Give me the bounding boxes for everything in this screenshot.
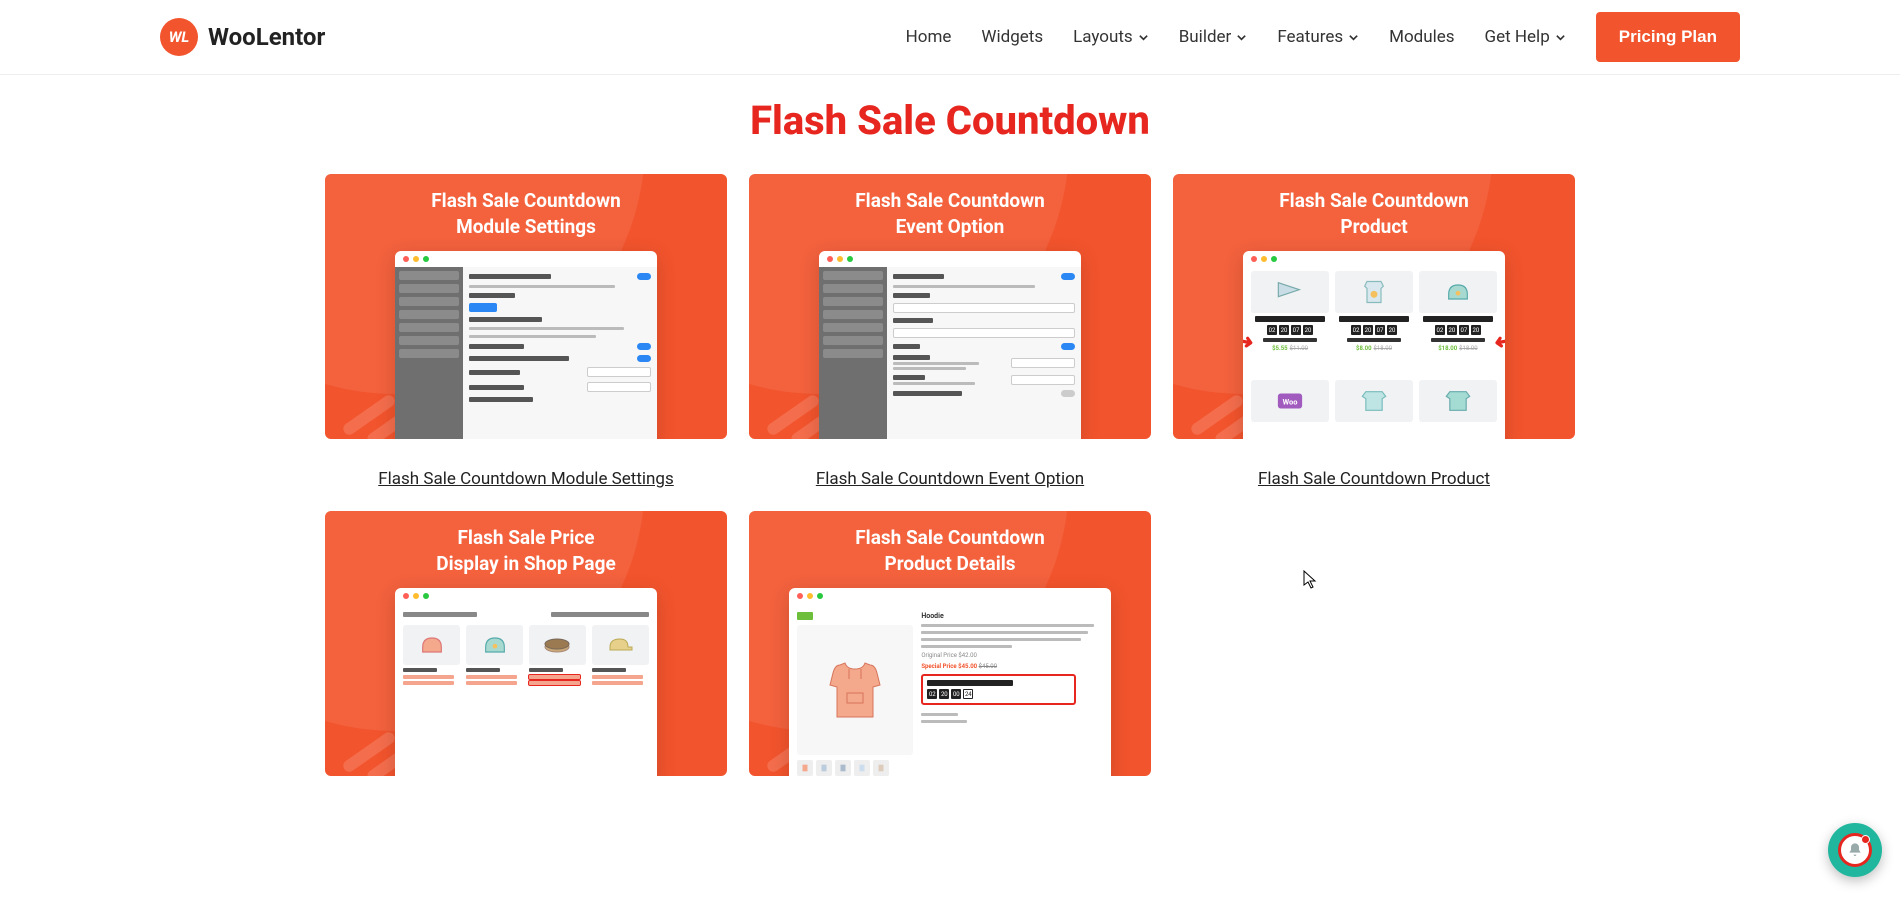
nav-modules[interactable]: Modules: [1389, 27, 1454, 47]
cards-grid: Flash Sale CountdownModule Settings: [165, 174, 1735, 816]
nav-gethelp[interactable]: Get Help: [1485, 27, 1566, 47]
svg-text:Woo: Woo: [1283, 398, 1298, 407]
browser-mock: ➜ ➜ 02200720$5.55$11.00 02200720$8.00$18…: [1243, 251, 1505, 439]
card-product-details: Flash Sale CountdownProduct Details Hood…: [749, 511, 1151, 776]
nav-features[interactable]: Features: [1277, 27, 1359, 47]
chevron-down-icon: [1138, 32, 1149, 43]
card-caption[interactable]: Flash Sale Countdown Event Option: [816, 469, 1084, 489]
browser-mock: [395, 588, 657, 776]
card-event-option: Flash Sale CountdownEvent Option: [749, 174, 1151, 489]
card-thumbnail[interactable]: Flash Sale PriceDisplay in Shop Page: [325, 511, 727, 776]
logo-badge-icon: WL: [160, 18, 198, 56]
card-module-settings: Flash Sale CountdownModule Settings: [325, 174, 727, 489]
main-nav: Home Widgets Layouts Builder Features Mo…: [906, 12, 1740, 62]
card-caption[interactable]: Flash Sale Countdown Product: [1258, 469, 1490, 489]
card-caption[interactable]: Flash Sale Countdown Module Settings: [378, 469, 674, 489]
card-thumbnail[interactable]: Flash Sale CountdownProduct Details Hood…: [749, 511, 1151, 776]
card-thumbnail[interactable]: Flash Sale CountdownProduct ➜ ➜ 02200720…: [1173, 174, 1575, 439]
section-title: Flash Sale Countdown: [0, 97, 1900, 144]
browser-mock: [819, 251, 1081, 439]
card-thumbnail[interactable]: Flash Sale CountdownModule Settings: [325, 174, 727, 439]
card-thumbnail[interactable]: Flash Sale CountdownEvent Option: [749, 174, 1151, 439]
logo[interactable]: WL WooLentor: [160, 18, 325, 56]
card-shop-page: Flash Sale PriceDisplay in Shop Page: [325, 511, 727, 776]
card-product: Flash Sale CountdownProduct ➜ ➜ 02200720…: [1173, 174, 1575, 489]
chevron-down-icon: [1555, 32, 1566, 43]
bell-icon: [1838, 833, 1872, 867]
nav-home[interactable]: Home: [906, 27, 952, 47]
nav-layouts[interactable]: Layouts: [1073, 27, 1149, 47]
chevron-down-icon: [1348, 32, 1359, 43]
header: WL WooLentor Home Widgets Layouts Builde…: [0, 0, 1900, 75]
notification-button[interactable]: [1828, 823, 1882, 877]
browser-mock: [395, 251, 657, 439]
pricing-plan-button[interactable]: Pricing Plan: [1596, 12, 1740, 62]
nav-widgets[interactable]: Widgets: [981, 27, 1043, 47]
logo-text: WooLentor: [208, 23, 325, 51]
browser-mock: Hoodie Original Price $42.00 Special Pri…: [789, 588, 1111, 776]
chevron-down-icon: [1236, 32, 1247, 43]
nav-builder[interactable]: Builder: [1179, 27, 1248, 47]
